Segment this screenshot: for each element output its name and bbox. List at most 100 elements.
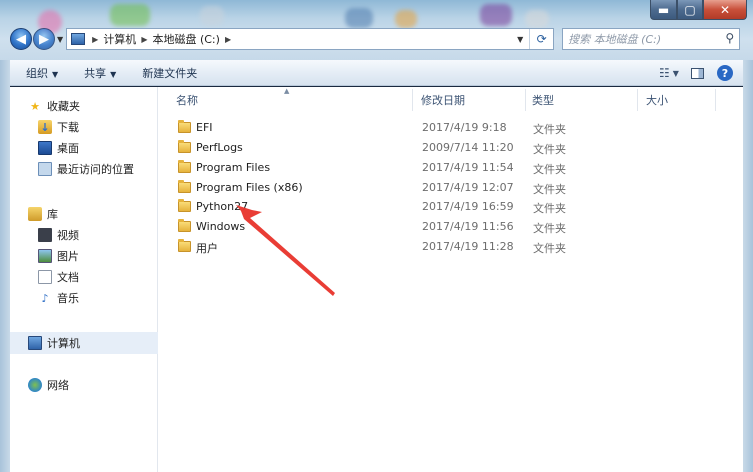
nav-item-label: 下载 [57,121,79,134]
window-frame-left [0,60,10,472]
nav-network-label: 网络 [47,379,69,392]
share-menu-button[interactable]: 共享 ▼ [84,65,116,81]
navigation-pane: ★ 收藏夹 ↓ 下载 桌面 最近访问的位置 库 视频 图片 文档 ♪ 音乐 计算… [10,87,158,472]
breadcrumb-separator-icon[interactable]: ▶ [141,35,147,44]
nav-libraries-label: 库 [47,208,58,221]
file-row-efi[interactable]: EFI 2017/4/19 9:18 文件夹 [159,118,743,138]
recent-places-icon [38,162,52,176]
address-history-dropdown-icon[interactable]: ▼ [513,29,527,49]
file-row-windows[interactable]: Windows 2017/4/19 11:56 文件夹 [159,217,743,237]
file-date: 2017/4/19 11:28 [422,240,514,253]
folder-icon [178,219,191,232]
column-header-type[interactable]: 类型 [532,87,554,113]
file-type: 文件夹 [533,123,566,136]
desktop-background-blur [480,4,512,26]
download-folder-icon: ↓ [38,120,52,134]
nav-favorites-label: 收藏夹 [47,100,80,113]
search-input[interactable]: 搜索 本地磁盘 (C:) ⚲ [562,28,741,50]
recent-pages-dropdown-icon[interactable]: ▼ [57,35,63,44]
folder-icon [178,239,191,252]
nav-item-label: 图片 [57,250,79,263]
column-divider[interactable] [412,89,413,111]
music-note-icon: ♪ [41,291,49,305]
sort-ascending-icon: ▲ [284,87,290,95]
file-list: ▲ 名称 修改日期 类型 大小 EFI 2017/4/19 9:18 文件夹 P… [159,87,743,472]
refresh-icon[interactable]: ⟳ [529,29,553,49]
view-options-icon[interactable]: ☷ ▼ [659,64,679,82]
file-row-python27[interactable]: Python27 2017/4/19 16:59 文件夹 [159,197,743,217]
toolbar-view-controls: ☷ ▼ ? [651,64,735,82]
nav-computer[interactable]: 计算机 [28,334,80,352]
chevron-down-icon: ▼ [110,69,117,79]
file-name: EFI [196,121,213,134]
help-button[interactable]: ? [715,64,735,82]
nav-favorites[interactable]: ★ 收藏夹 [28,97,80,115]
file-name: Program Files [196,161,271,174]
file-name: 用户 [196,242,218,255]
nav-item-label: 桌面 [57,142,79,155]
column-divider[interactable] [525,89,526,111]
organize-menu-button[interactable]: 组织 ▼ [26,65,58,81]
column-divider[interactable] [715,89,716,111]
file-date: 2017/4/19 11:56 [422,220,514,233]
forward-button[interactable]: ▶ [33,28,55,50]
document-library-icon [38,270,52,284]
file-row-program-files-x86[interactable]: Program Files (x86) 2017/4/19 12:07 文件夹 [159,178,743,198]
address-bar[interactable]: ▶ 计算机 ▶ 本地磁盘 (C:) ▶ ▼ ⟳ [66,28,555,50]
nav-computer-label: 计算机 [47,337,80,350]
folder-icon [178,180,191,193]
column-header-size[interactable]: 大小 [646,87,668,113]
window-controls: ▬ ▢ ✕ [650,0,747,20]
breadcrumb-separator-icon[interactable]: ▶ [225,35,231,44]
nav-item-recent-places[interactable]: 最近访问的位置 [38,160,134,178]
nav-item-label: 视频 [57,229,79,242]
nav-item-music[interactable]: ♪ 音乐 [38,289,79,307]
nav-network[interactable]: 网络 [28,376,69,394]
breadcrumb-computer[interactable]: 计算机 [103,31,136,47]
new-folder-button[interactable]: 新建文件夹 [142,65,197,81]
column-header-name[interactable]: 名称 [176,87,198,113]
nav-item-pictures[interactable]: 图片 [38,247,79,265]
search-placeholder: 搜索 本地磁盘 (C:) [568,33,662,46]
file-date: 2017/4/19 12:07 [422,181,514,194]
chevron-down-icon: ▼ [52,69,59,79]
file-date: 2009/7/14 11:20 [422,141,514,154]
video-library-icon [38,228,52,242]
column-divider[interactable] [637,89,638,111]
nav-item-label: 文档 [57,271,79,284]
file-date: 2017/4/19 9:18 [422,121,507,134]
command-toolbar: 组织 ▼ 共享 ▼ 新建文件夹 ☷ ▼ ? [10,60,743,86]
nav-item-documents[interactable]: 文档 [38,268,79,286]
breadcrumb-local-disk[interactable]: 本地磁盘 (C:) [152,31,219,47]
file-date: 2017/4/19 16:59 [422,200,514,213]
breadcrumb-separator-icon[interactable]: ▶ [92,35,98,44]
nav-item-videos[interactable]: 视频 [38,226,79,244]
navigation-bar: ◀ ▶ ▼ ▶ 计算机 ▶ 本地磁盘 (C:) ▶ ▼ ⟳ 搜索 本地磁盘 (C… [10,27,743,51]
maximize-button[interactable]: ▢ [677,0,703,20]
preview-pane-icon[interactable] [687,64,707,82]
column-header-date[interactable]: 修改日期 [421,87,465,113]
picture-library-icon [38,249,52,263]
network-icon [28,378,42,392]
nav-item-desktop[interactable]: 桌面 [38,139,79,157]
nav-item-label: 音乐 [57,292,79,305]
file-type: 文件夹 [533,163,566,176]
star-icon: ★ [30,99,40,113]
desktop-background-blur [345,8,373,28]
search-icon[interactable]: ⚲ [725,31,734,45]
file-row-perflogs[interactable]: PerfLogs 2009/7/14 11:20 文件夹 [159,138,743,158]
minimize-button[interactable]: ▬ [650,0,677,20]
library-icon [28,207,42,221]
nav-item-downloads[interactable]: ↓ 下载 [38,118,79,136]
nav-item-label: 最近访问的位置 [57,163,134,176]
close-button[interactable]: ✕ [703,0,747,20]
desktop-background-blur [110,4,150,26]
back-button[interactable]: ◀ [10,28,32,50]
file-row-program-files[interactable]: Program Files 2017/4/19 11:54 文件夹 [159,158,743,178]
desktop-icon [38,141,52,155]
file-row-users[interactable]: 用户 2017/4/19 11:28 文件夹 [159,237,743,257]
file-name: Windows [196,220,246,233]
nav-libraries[interactable]: 库 [28,205,58,223]
file-name: PerfLogs [196,141,243,154]
explorer-content: ★ 收藏夹 ↓ 下载 桌面 最近访问的位置 库 视频 图片 文档 ♪ 音乐 计算… [10,87,743,472]
